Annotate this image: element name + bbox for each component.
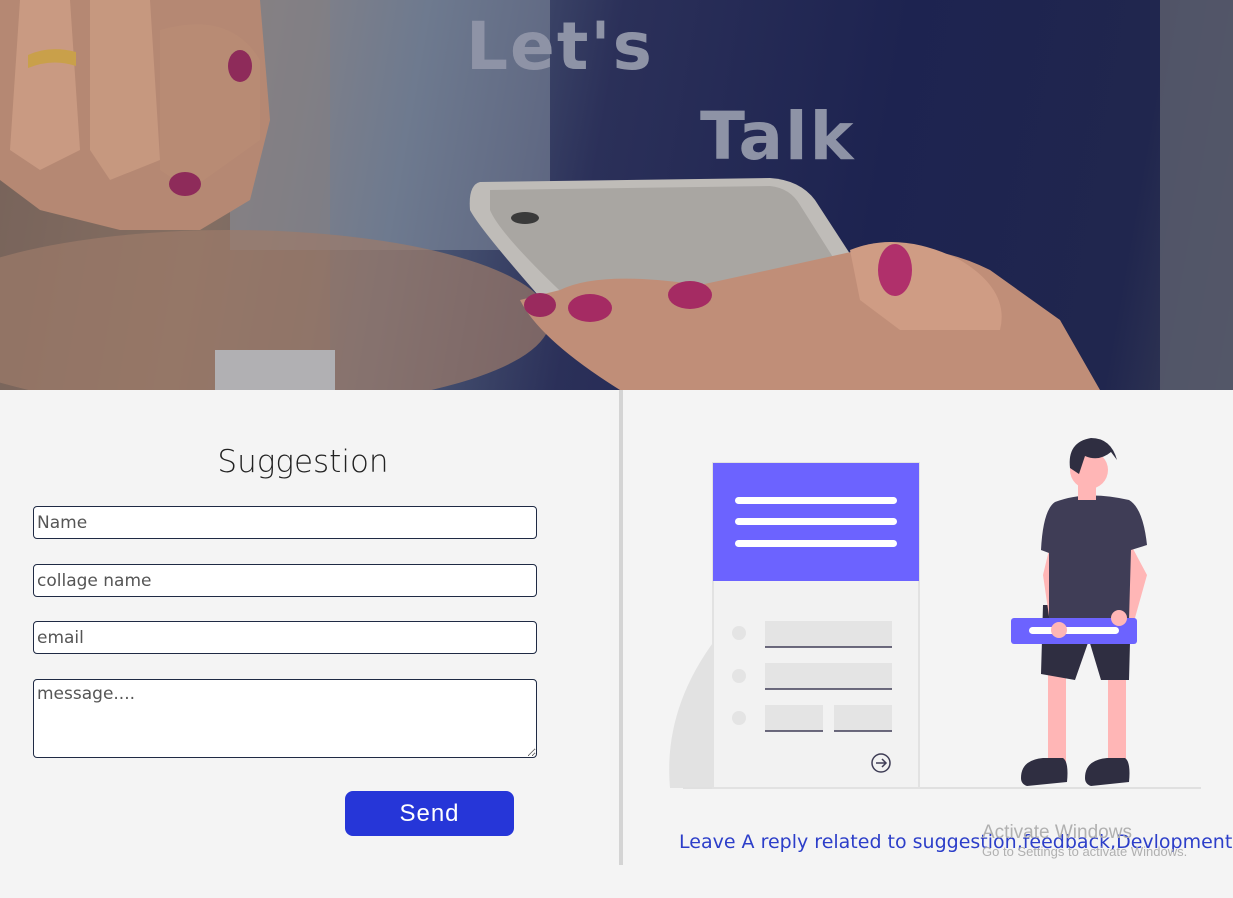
watermark-subtitle: Go to Settings to activate Windows. [982,844,1188,859]
hero-title-line1: Let's [466,8,654,85]
contact-illustration [669,438,1201,789]
email-input[interactable] [33,621,537,654]
message-textarea[interactable] [33,679,537,758]
suggestion-form: Suggestion Send [0,390,619,898]
send-button[interactable]: Send [345,791,514,836]
watermark-title: Activate Windows [982,822,1132,843]
person-figure [1011,438,1147,786]
college-name-input[interactable] [33,564,537,597]
form-title: Suggestion [217,444,389,480]
hero-banner: Let's Talk [0,0,1233,390]
hero-title-line2: Talk [700,98,856,175]
activate-windows-watermark: Activate Windows Go to Settings to activ… [982,822,1187,859]
plant-leaf [669,640,717,788]
name-input[interactable] [33,506,537,539]
